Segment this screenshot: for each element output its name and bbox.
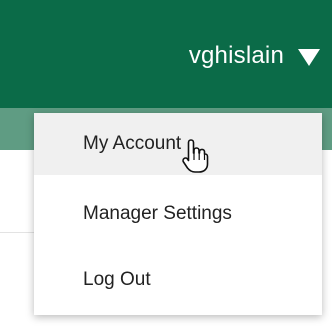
menu-item-label: Manager Settings bbox=[83, 203, 232, 224]
menu-item-log-out[interactable]: Log Out bbox=[34, 249, 322, 311]
menu-item-label: Log Out bbox=[83, 269, 151, 290]
menu-item-my-account[interactable]: My Account bbox=[34, 113, 322, 175]
user-dropdown-menu: My Account Manager Settings Log Out bbox=[34, 113, 322, 315]
hand-pointer-icon bbox=[182, 139, 209, 173]
caret-down-icon bbox=[298, 49, 320, 66]
username-label: vghislain bbox=[188, 42, 284, 69]
user-menu-toggle[interactable]: vghislain bbox=[189, 38, 320, 74]
menu-item-manager-settings[interactable]: Manager Settings bbox=[34, 183, 322, 245]
menu-item-label: My Account bbox=[83, 133, 182, 154]
